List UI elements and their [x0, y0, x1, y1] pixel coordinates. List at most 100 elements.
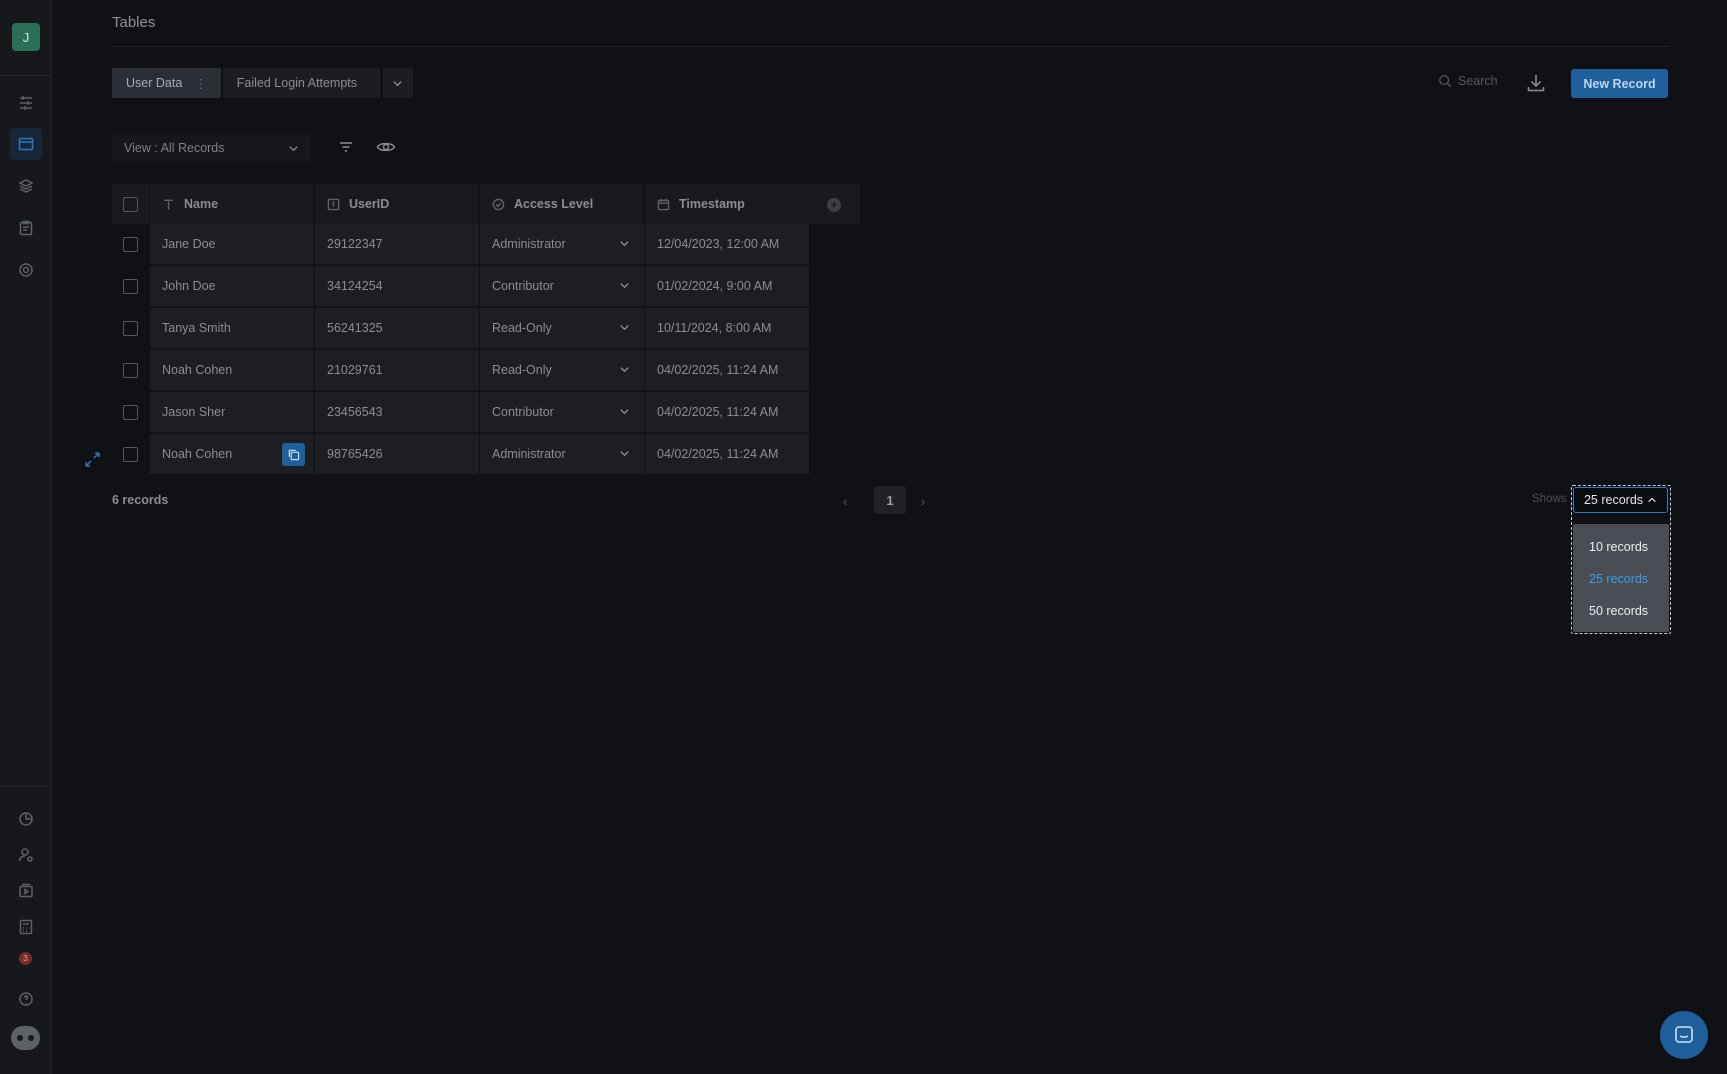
chat-launcher-button[interactable]	[1660, 1011, 1708, 1059]
next-page-button[interactable]: ›	[921, 494, 925, 509]
tabs-dropdown-button[interactable]	[382, 68, 413, 98]
per-page-value: 25 records	[1583, 493, 1644, 507]
clipboard-icon	[19, 220, 33, 236]
column-header-name[interactable]: Name	[150, 184, 314, 224]
sidebar-item-tables[interactable]	[10, 128, 42, 160]
help-icon	[19, 992, 33, 1006]
column-header-label: Name	[184, 197, 219, 211]
chevron-down-icon	[620, 325, 629, 331]
play-box-icon	[19, 883, 33, 898]
user-settings-icon	[18, 848, 33, 862]
download-icon[interactable]	[1525, 72, 1547, 94]
workspace-avatar[interactable]: J	[12, 23, 40, 51]
row-checkbox[interactable]	[123, 237, 138, 252]
layers-icon	[18, 179, 34, 193]
previous-page-button[interactable]: ‹	[843, 494, 847, 509]
sidebar-divider	[0, 786, 52, 787]
per-page-select[interactable]: 25 records	[1573, 487, 1668, 513]
table-cell-access-level[interactable]: Read-Only	[480, 308, 644, 349]
copy-row-button[interactable]	[282, 443, 305, 466]
access-level-value: Administrator	[492, 447, 566, 461]
table-cell-timestamp[interactable]: 10/11/2024, 8:00 AM	[645, 308, 809, 349]
column-header-label: Timestamp	[679, 197, 745, 211]
table-cell-access-level[interactable]: Administrator	[480, 224, 644, 265]
search-placeholder: Search	[1458, 74, 1498, 88]
chevron-up-icon	[1648, 497, 1656, 503]
sidebar-item-calculator[interactable]	[10, 911, 42, 943]
table-cell-timestamp[interactable]: 04/02/2025, 11:24 AM	[645, 350, 809, 391]
expand-row-icon[interactable]	[84, 451, 101, 468]
copy-icon	[288, 449, 300, 461]
access-level-value: Contributor	[492, 405, 554, 419]
filter-icon[interactable]	[337, 138, 355, 156]
sidebar-item-media[interactable]	[10, 875, 42, 907]
row-checkbox[interactable]	[123, 447, 138, 462]
per-page-option-10[interactable]: 10 records	[1589, 540, 1648, 554]
table-cell-access-level[interactable]: Contributor	[480, 266, 644, 307]
chat-icon	[1675, 1026, 1693, 1043]
tab-failed-login-attempts[interactable]: Failed Login Attempts	[222, 68, 380, 98]
view-select-label: View : All Records	[124, 141, 225, 155]
search-icon	[1439, 75, 1452, 88]
table-row-select	[112, 224, 149, 265]
select-all-checkbox[interactable]	[123, 196, 138, 212]
sidebar: J 3	[0, 0, 52, 1074]
sidebar-item-help[interactable]	[10, 983, 42, 1015]
table-cell-name[interactable]: Noah Cohen	[150, 350, 314, 391]
table-cell-userid[interactable]: 21029761	[315, 350, 479, 391]
assistant-bot-icon[interactable]	[11, 1026, 40, 1050]
column-header-label: UserID	[349, 197, 390, 211]
eye-icon[interactable]	[376, 138, 396, 156]
sidebar-item-analytics[interactable]	[10, 803, 42, 835]
table-cell-userid[interactable]: 34124254	[315, 266, 479, 307]
page-number-button[interactable]: 1	[874, 486, 906, 514]
table-cell-access-level[interactable]: Read-Only	[480, 350, 644, 391]
table-cell-timestamp[interactable]: 01/02/2024, 9:00 AM	[645, 266, 809, 307]
sidebar-divider	[0, 75, 52, 76]
sidebar-item-layers[interactable]	[10, 170, 42, 202]
calendar-icon	[657, 198, 670, 210]
row-checkbox[interactable]	[123, 405, 138, 420]
per-page-option-25[interactable]: 25 records	[1589, 572, 1648, 586]
column-header-access-level[interactable]: Access Level	[480, 184, 644, 224]
view-select[interactable]: View : All Records	[112, 133, 311, 163]
row-checkbox[interactable]	[123, 321, 138, 336]
table-row-select	[112, 392, 149, 433]
table-cell-userid[interactable]: 29122347	[315, 224, 479, 265]
name-value: Noah Cohen	[162, 447, 233, 461]
notification-badge[interactable]: 3	[19, 952, 32, 965]
per-page-option-50[interactable]: 50 records	[1589, 604, 1648, 618]
table-cell-userid[interactable]: 98765426	[315, 434, 479, 475]
row-checkbox[interactable]	[123, 363, 138, 378]
table-cell-name[interactable]: Noah Cohen	[150, 434, 314, 475]
table-cell-access-level[interactable]: Contributor	[480, 392, 644, 433]
table-cell-timestamp[interactable]: 04/02/2025, 11:24 AM	[645, 392, 809, 433]
search-box[interactable]: Search	[1438, 74, 1498, 88]
check-circle-icon	[492, 198, 505, 210]
table-cell-name[interactable]: Jason Sher	[150, 392, 314, 433]
more-options-icon[interactable]: ⋮	[194, 76, 207, 91]
sidebar-item-reports[interactable]	[10, 212, 42, 244]
column-header-timestamp[interactable]: Timestamp	[645, 184, 809, 224]
table-cell-timestamp[interactable]: 04/02/2025, 11:24 AM	[645, 434, 809, 475]
table-row-select	[112, 434, 149, 475]
column-header-userid[interactable]: UserID	[315, 184, 479, 224]
add-column-icon[interactable]: +	[827, 198, 841, 212]
table-cell-timestamp[interactable]: 12/04/2023, 12:00 AM	[645, 224, 809, 265]
header-divider	[112, 46, 1670, 47]
table-cell-userid[interactable]: 23456543	[315, 392, 479, 433]
chevron-down-icon	[620, 241, 629, 247]
tab-user-data[interactable]: User Data ⋮	[112, 68, 221, 98]
sidebar-item-dashboard[interactable]	[10, 87, 42, 119]
sidebar-item-target[interactable]	[10, 254, 42, 286]
chevron-down-icon	[620, 451, 629, 457]
new-record-button[interactable]: New Record	[1571, 69, 1668, 98]
table-cell-userid[interactable]: 56241325	[315, 308, 479, 349]
chevron-down-icon	[289, 145, 298, 151]
sidebar-item-users[interactable]	[10, 839, 42, 871]
table-cell-name[interactable]: Jane Doe	[150, 224, 314, 265]
table-cell-access-level[interactable]: Administrator	[480, 434, 644, 475]
table-cell-name[interactable]: John Doe	[150, 266, 314, 307]
row-checkbox[interactable]	[123, 279, 138, 294]
table-cell-name[interactable]: Tanya Smith	[150, 308, 314, 349]
